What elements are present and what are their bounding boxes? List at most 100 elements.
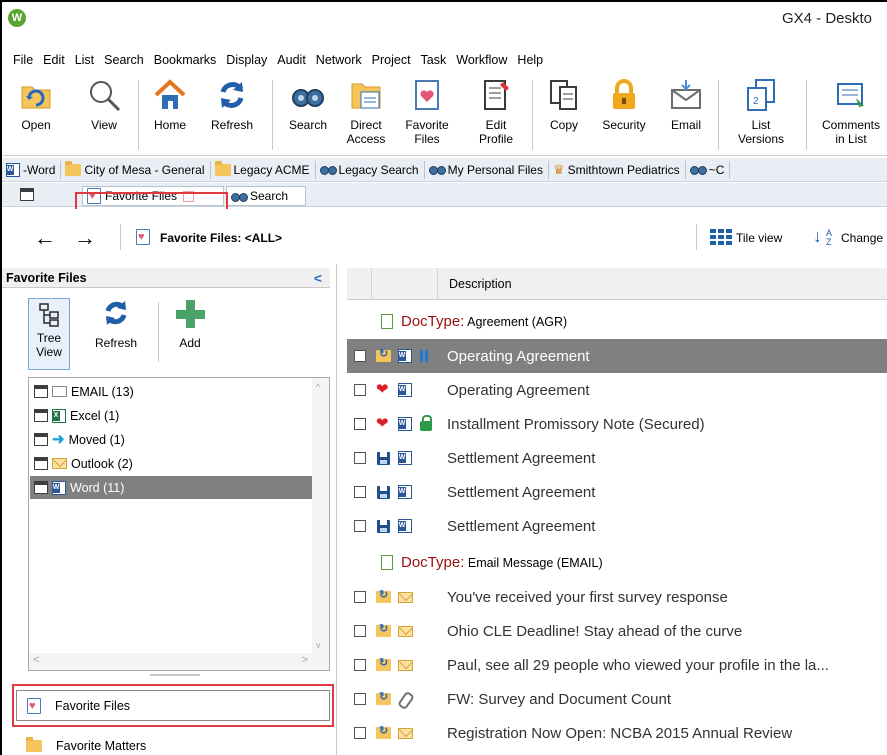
menu-file[interactable]: File [8, 51, 38, 69]
bookmark-my-personal-files[interactable]: My Personal Files [425, 160, 549, 179]
sort-icon: ↓ [813, 226, 822, 246]
bookmark-legacy-search[interactable]: Legacy Search [316, 160, 425, 179]
menu-list[interactable]: List [70, 51, 99, 69]
row-checkbox[interactable] [354, 659, 366, 671]
list-icon [34, 433, 48, 446]
list-icon [34, 481, 48, 494]
row-checkbox[interactable] [354, 486, 366, 498]
paperclip-icon [398, 692, 412, 706]
open-folder-icon [19, 78, 53, 112]
add-button[interactable]: Add [170, 298, 210, 350]
scroll-right-icon[interactable]: > [302, 654, 308, 666]
list-item[interactable]: Ohio CLE Deadline! Stay ahead of the cur… [347, 614, 887, 648]
row-checkbox[interactable] [354, 520, 366, 532]
column-description[interactable]: Description [449, 277, 512, 291]
list-item[interactable]: Registration Now Open: NCBA 2015 Annual … [347, 716, 887, 750]
list-item[interactable]: Operating Agreement [347, 339, 887, 373]
scroll-up-icon[interactable]: ^ [316, 382, 320, 392]
menu-bookmarks[interactable]: Bookmarks [149, 51, 222, 69]
list-item[interactable]: Settlement Agreement [347, 441, 887, 475]
bookmark-city-of-mesa[interactable]: City of Mesa - General [61, 160, 211, 179]
email-button[interactable]: Email [664, 78, 708, 132]
security-button[interactable]: Security [596, 78, 652, 132]
row-checkbox[interactable] [354, 693, 366, 705]
refresh-button[interactable]: Refresh [204, 78, 260, 132]
list-item[interactable]: ❤ Installment Promissory Note (Secured) [347, 407, 887, 441]
nav-separator [120, 224, 121, 250]
row-checkbox[interactable] [354, 727, 366, 739]
change-sort-button[interactable]: Change [841, 231, 883, 245]
menu-display[interactable]: Display [221, 51, 272, 69]
collapse-panel-icon[interactable]: < [314, 270, 322, 286]
group-header-email-message: DocType: Email Message (EMAIL) [347, 545, 887, 579]
bookmark-smithtown-pediatrics[interactable]: ♛ Smithtown Pediatrics [549, 160, 686, 179]
menu-network[interactable]: Network [311, 51, 367, 69]
document-icon [381, 314, 393, 329]
versions-icon: 2 [744, 78, 778, 112]
list-item[interactable]: ❤ Operating Agreement [347, 373, 887, 407]
favorite-matters-panel-button[interactable]: Favorite Matters [16, 730, 330, 755]
left-refresh-button[interactable]: Refresh [88, 298, 144, 350]
word-icon [398, 485, 412, 499]
row-checkbox[interactable] [354, 350, 366, 362]
envelope-icon [398, 659, 413, 671]
tab-search[interactable]: Search [226, 186, 306, 206]
copy-button[interactable]: Copy [542, 78, 586, 132]
bookmark-more[interactable]: ~C [686, 160, 731, 179]
menu-help[interactable]: Help [512, 51, 548, 69]
list-item[interactable]: You've received your first survey respon… [347, 580, 887, 614]
row-checkbox[interactable] [354, 591, 366, 603]
scroll-left-icon[interactable]: < [33, 654, 39, 666]
list-item[interactable]: Paul, see all 29 people who viewed your … [347, 648, 887, 682]
forward-arrow-icon[interactable]: → [74, 225, 96, 251]
favorite-files-icon [410, 78, 444, 112]
menu-project[interactable]: Project [367, 51, 416, 69]
folder-doc-icon [349, 78, 383, 112]
group-label: DocType: Email Message (EMAIL) [401, 553, 603, 571]
direct-access-button[interactable]: Direct Access [342, 78, 390, 146]
word-icon [398, 519, 412, 533]
bookmark-legacy-acme[interactable]: Legacy ACME [211, 160, 316, 179]
menu-bar: File Edit List Search Bookmarks Display … [2, 48, 887, 72]
menu-task[interactable]: Task [416, 51, 452, 69]
svg-text:2: 2 [753, 96, 759, 107]
bookmark-word[interactable]: -Word [2, 160, 62, 179]
list-item[interactable]: Settlement Agreement [347, 475, 887, 509]
menu-audit[interactable]: Audit [272, 51, 311, 69]
tree-item-outlook[interactable]: Outlook (2) [30, 452, 312, 475]
tree-scrollbar[interactable]: ^ v [312, 378, 329, 670]
tree-item-excel[interactable]: Excel (1) [30, 404, 312, 427]
scroll-down-icon[interactable]: v [316, 640, 321, 650]
splitter-grip[interactable] [150, 674, 200, 676]
tree-item-moved[interactable]: ➜ Moved (1) [30, 428, 312, 451]
open-button[interactable]: Open [14, 78, 58, 132]
tree-item-word[interactable]: Word (11) [30, 476, 312, 499]
comments-in-list-button[interactable]: Comments in List [816, 78, 886, 146]
row-checkbox[interactable] [354, 384, 366, 396]
list-item[interactable]: Settlement Agreement [347, 509, 887, 543]
heart-icon: ❤ [376, 415, 389, 432]
tree-view-button[interactable]: Tree View [28, 298, 70, 370]
home-button[interactable]: Home [150, 78, 190, 132]
word-icon [398, 383, 412, 397]
menu-workflow[interactable]: Workflow [451, 51, 512, 69]
back-arrow-icon[interactable]: ← [34, 225, 56, 251]
tree-item-email[interactable]: EMAIL (13) [30, 380, 312, 403]
view-button[interactable]: View [84, 78, 124, 132]
menu-search[interactable]: Search [99, 51, 149, 69]
list-versions-button[interactable]: 2 List Versions [728, 78, 794, 146]
favorite-files-button[interactable]: Favorite Files [402, 78, 452, 146]
open-document-icon [376, 724, 391, 739]
list-item[interactable]: FW: Survey and Document Count [347, 682, 887, 716]
search-button[interactable]: Search [284, 78, 332, 132]
open-document-icon [376, 656, 391, 671]
row-checkbox[interactable] [354, 452, 366, 464]
tab-list-icon[interactable] [20, 188, 34, 201]
tile-view-button[interactable]: Tile view [736, 231, 782, 245]
row-checkbox[interactable] [354, 418, 366, 430]
column-divider [437, 268, 438, 300]
tree-horizontal-scrollbar[interactable]: < > [29, 653, 312, 670]
edit-profile-button[interactable]: Edit Profile [472, 78, 520, 146]
menu-edit[interactable]: Edit [38, 51, 70, 69]
row-checkbox[interactable] [354, 625, 366, 637]
